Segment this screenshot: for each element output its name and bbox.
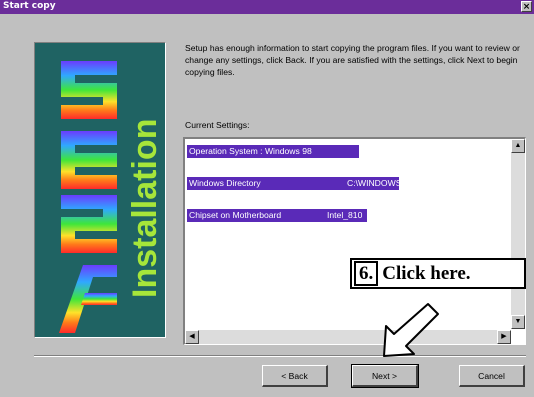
callout-text: Click here. xyxy=(382,263,471,284)
title-bar[interactable]: Start copy × xyxy=(0,0,534,14)
setting-row-os[interactable]: Operation System : Windows 98 xyxy=(187,145,359,158)
next-button[interactable]: Next > xyxy=(351,364,419,388)
start-copy-dialog: Start copy × Installation Setup has enou… xyxy=(0,0,534,397)
current-settings-list[interactable]: Operation System : Windows 98 Windows Di… xyxy=(183,137,526,345)
step-number: 6. xyxy=(354,261,379,286)
setting-row-chipset[interactable]: Chipset on Motherboard Intel_810 xyxy=(187,209,367,222)
setting-value: Intel_810 xyxy=(327,210,363,220)
close-button[interactable]: × xyxy=(521,1,532,12)
setting-key: Operation System : Windows 98 xyxy=(189,146,312,156)
current-settings-label: Current Settings: xyxy=(185,120,250,130)
setting-key: Chipset on Motherboard xyxy=(189,210,282,220)
intro-text: Setup has enough information to start co… xyxy=(185,43,520,77)
setting-key: Windows Directory xyxy=(189,178,261,188)
setting-value: C:\WINDOWS xyxy=(347,178,402,188)
vertical-scrollbar[interactable]: ▲ ▼ xyxy=(511,139,525,329)
scroll-left-icon[interactable]: ◀ xyxy=(185,330,199,344)
pointer-arrow-icon xyxy=(383,303,439,357)
cancel-button[interactable]: Cancel xyxy=(459,365,525,387)
instruction-callout: 6. Click here. xyxy=(350,258,526,289)
horizontal-scrollbar[interactable]: ◀ ▶ xyxy=(185,330,511,344)
close-icon: × xyxy=(522,2,531,12)
divider xyxy=(34,355,526,357)
installation-label: Installation xyxy=(126,118,164,298)
window-title: Start copy xyxy=(3,1,56,11)
scroll-right-icon[interactable]: ▶ xyxy=(497,330,511,344)
asus-installation-banner: Installation xyxy=(34,42,166,338)
scroll-down-icon[interactable]: ▼ xyxy=(511,315,525,329)
setting-row-windir[interactable]: Windows Directory C:\WINDOWS xyxy=(187,177,402,190)
scroll-up-icon[interactable]: ▲ xyxy=(511,139,525,153)
back-button[interactable]: < Back xyxy=(262,365,328,387)
